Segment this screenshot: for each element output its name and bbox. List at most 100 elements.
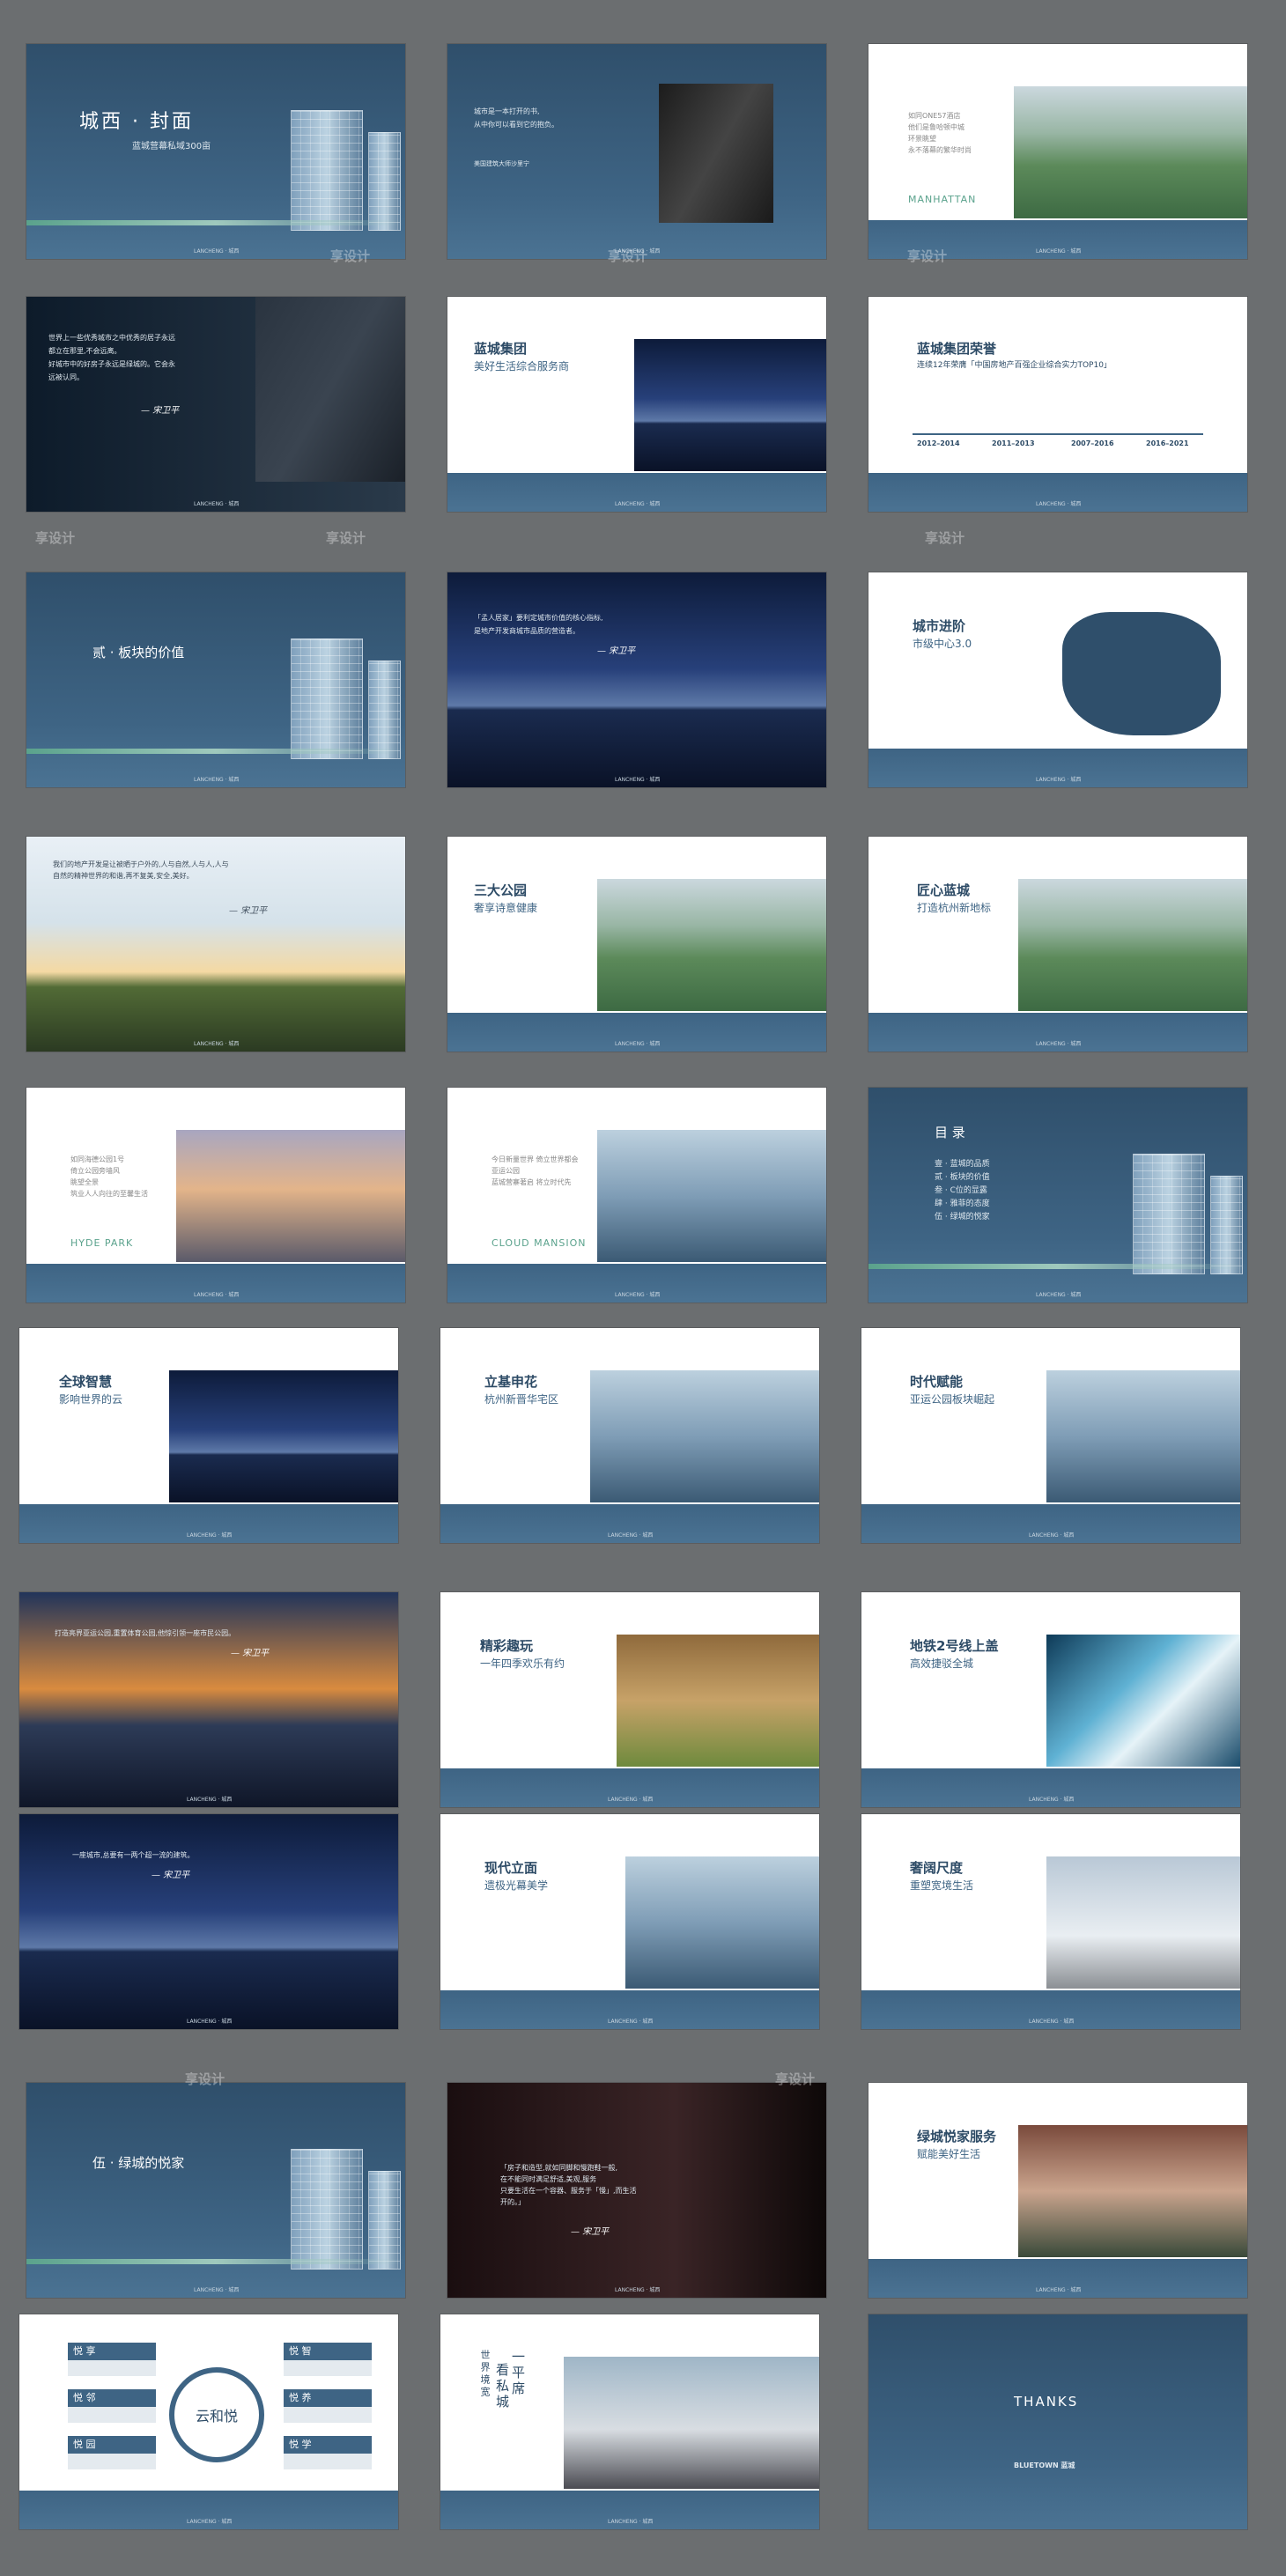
slide-footer: LANCHENG · 城西 xyxy=(187,2519,233,2525)
service-tag: 悦 邻 xyxy=(68,2389,156,2407)
interior-photo xyxy=(1046,1856,1240,1989)
park-photo xyxy=(597,879,826,1011)
slide-footer: LANCHENG · 城西 xyxy=(194,777,240,783)
building-graphic xyxy=(291,110,363,231)
slide-fun: 精彩趣玩 一年四季欢乐有约 LANCHENG · 城西 xyxy=(440,1592,819,1807)
service-tag-desc xyxy=(68,2360,156,2376)
timeline-line xyxy=(913,433,1203,435)
contents-item[interactable]: 叁 · C位的显露 xyxy=(935,1185,987,1198)
slide-global-wisdom: 全球智慧 影响世界的云 LANCHENG · 城西 xyxy=(19,1328,398,1543)
building-graphic xyxy=(1210,1176,1243,1274)
slide-footer: LANCHENG · 城西 xyxy=(187,1532,233,1539)
slide-subtitle: 赋能美好生活 xyxy=(917,2148,981,2160)
slide-quote-song: 世界上一些优秀城市之中优秀的居子永远 都立在那里,不会远离。 好城市中的好房子永… xyxy=(26,297,405,512)
slide-subtitle: 市级中心3.0 xyxy=(913,638,972,650)
slide-subtitle: 遗极光幕美学 xyxy=(484,1879,549,1892)
signature: — 宋卫平 xyxy=(571,2227,610,2237)
slide-metro: 地铁2号线上盖 高效捷驳全城 LANCHENG · 城西 xyxy=(861,1592,1240,1807)
contents-item[interactable]: 壹 · 蓝城的品质 xyxy=(935,1158,990,1171)
slide-honors: 蓝城集团荣誉 连续12年荣膺「中国房地产百强企业综合实力TOP10」 2012–… xyxy=(868,297,1247,512)
english-label: HYDE PARK xyxy=(70,1237,134,1249)
slide-title: 立基申花 xyxy=(484,1374,538,1390)
stadium-aerial-photo xyxy=(1018,879,1247,1011)
slide-subtitle: 影响世界的云 xyxy=(59,1393,123,1406)
slide-footer: LANCHENG · 城西 xyxy=(608,1532,654,1539)
slide-footer: LANCHENG · 城西 xyxy=(194,1292,240,1298)
slide-thanks: THANKS BLUETOWN 蓝城 xyxy=(868,2314,1247,2529)
slide-subtitle: 奢享诗意健康 xyxy=(474,902,538,914)
building-graphic xyxy=(291,638,363,759)
slide-facade: 现代立面 遗极光幕美学 LANCHENG · 城西 xyxy=(440,1814,819,2029)
portrait-photo xyxy=(659,84,773,223)
quote-author: 美国建筑大师沙里宁 xyxy=(474,160,529,167)
quote-line: 打造亮界亚运公园,重置体育公园,他惊引领一座市民公园。 xyxy=(55,1629,236,1637)
quote-line: 好城市中的好房子永远是绿城的。它会永 xyxy=(48,360,175,368)
timeline-year: 2011–2013 xyxy=(992,439,1035,447)
service-center-circle: 云和悦 xyxy=(169,2367,264,2462)
building-graphic xyxy=(1133,1154,1205,1274)
slide-title: 城市进阶 xyxy=(913,618,966,634)
facade-photo xyxy=(625,1856,819,1989)
english-label: CLOUD MANSION xyxy=(491,1237,587,1249)
contents-item[interactable]: 贰 · 板块的价值 xyxy=(935,1171,990,1185)
slide-panorama: 一平席 看私城 世界境宽 LANCHENG · 城西 xyxy=(440,2314,819,2529)
night-city-photo xyxy=(634,339,826,471)
slide-footer: LANCHENG · 城西 xyxy=(1036,501,1082,507)
founder-photo xyxy=(255,297,405,482)
slide-footer: LANCHENG · 城西 xyxy=(1036,1041,1082,1047)
slide-subtitle: 美好生活综合服务商 xyxy=(474,360,570,373)
section-title: 伍 · 绿城的悦家 xyxy=(92,2155,185,2171)
slide-section-5: 伍 · 绿城的悦家 LANCHENG · 城西 xyxy=(26,2083,405,2298)
residence-photo xyxy=(590,1370,819,1502)
service-tag: 悦 园 xyxy=(68,2436,156,2454)
cover-subtitle: 蓝城营幕私域300亩 xyxy=(132,142,211,151)
slide-footer: LANCHENG · 城西 xyxy=(187,2019,233,2025)
quote-line: 是地产开发商城市品质的营造者。 xyxy=(474,627,580,635)
service-tag-desc xyxy=(284,2454,372,2469)
manhattan-photo xyxy=(1014,86,1247,218)
building-graphic xyxy=(368,132,401,231)
slide-three-parks: 三大公园 奢享诗意健康 LANCHENG · 城西 xyxy=(447,837,826,1052)
metro-photo xyxy=(1046,1635,1240,1767)
cover-title: 城西 · 封面 xyxy=(79,111,194,133)
slide-era-empower: 时代赋能 亚运公园板块崛起 LANCHENG · 城西 xyxy=(861,1328,1240,1543)
slide-arena: 打造亮界亚运公园,重置体育公园,他惊引领一座市民公园。 — 宋卫平 LANCHE… xyxy=(19,1592,398,1807)
quote-line: 一座城市,总要有一两个超一流的建筑。 xyxy=(72,1851,195,1859)
slide-title: 匠心蓝城 xyxy=(917,882,971,898)
aerial-night-photo xyxy=(169,1370,398,1502)
slide-subtitle: 一年四季欢乐有约 xyxy=(480,1657,565,1670)
slide-footer: LANCHENG · 城西 xyxy=(1036,777,1082,783)
contents-item[interactable]: 伍 · 绿城的悦家 xyxy=(935,1211,990,1224)
slide-contents: 目 录 壹 · 蓝城的品质 贰 · 板块的价值 叁 · C位的显露 肆 · 雅菲… xyxy=(868,1088,1247,1303)
slide-service: 绿城悦家服务 赋能美好生活 LANCHENG · 城西 xyxy=(868,2083,1247,2298)
accent-band xyxy=(26,2259,405,2264)
signature: — 宋卫平 xyxy=(597,646,636,656)
signature: — 宋卫平 xyxy=(152,1871,190,1880)
quote-line: 城市是一本打开的书, xyxy=(474,107,540,115)
slide-title: 奢阔尺度 xyxy=(910,1860,964,1876)
english-label: MANHATTAN xyxy=(908,194,977,205)
living-room-photo xyxy=(564,2357,819,2489)
slide-title: 全球智慧 xyxy=(59,1374,113,1390)
slide-title: 地铁2号线上盖 xyxy=(910,1638,999,1654)
slide-landmark: 匠心蓝城 打造杭州新地标 LANCHENG · 城西 xyxy=(868,837,1247,1052)
contents-item[interactable]: 肆 · 雅菲的态度 xyxy=(935,1198,990,1211)
slide-shenhua: 立基申花 杭州新晋华宅区 LANCHENG · 城西 xyxy=(440,1328,819,1543)
service-tag-desc xyxy=(284,2360,372,2376)
slide-footer: LANCHENG · 城西 xyxy=(1029,1797,1075,1803)
service-tag: 悦 养 xyxy=(284,2389,372,2407)
timeline-year: 2016–2021 xyxy=(1146,439,1189,447)
slide-title: 蓝城集团 xyxy=(474,341,528,357)
accent-band xyxy=(26,220,405,225)
watermark: 享设计 xyxy=(326,530,366,546)
watermark: 享设计 xyxy=(35,530,76,546)
slide-footer: LANCHENG · 城西 xyxy=(615,501,661,507)
slide-footer: LANCHENG · 城西 xyxy=(615,1041,661,1047)
slide-footer: LANCHENG · 城西 xyxy=(194,1041,240,1047)
timeline-year: 2007–2016 xyxy=(1071,439,1114,447)
slide-footer: LANCHENG · 城西 xyxy=(608,1797,654,1803)
timeline-year: 2012–2014 xyxy=(917,439,960,447)
slide-family-sunset: 我们的地产开发是让被晒于户外的,人与自然,人与人,人与 自然的精神世界的和谐,再… xyxy=(26,837,405,1052)
slide-footer: LANCHENG · 城西 xyxy=(608,2519,654,2525)
slide-title: 三大公园 xyxy=(474,882,528,898)
